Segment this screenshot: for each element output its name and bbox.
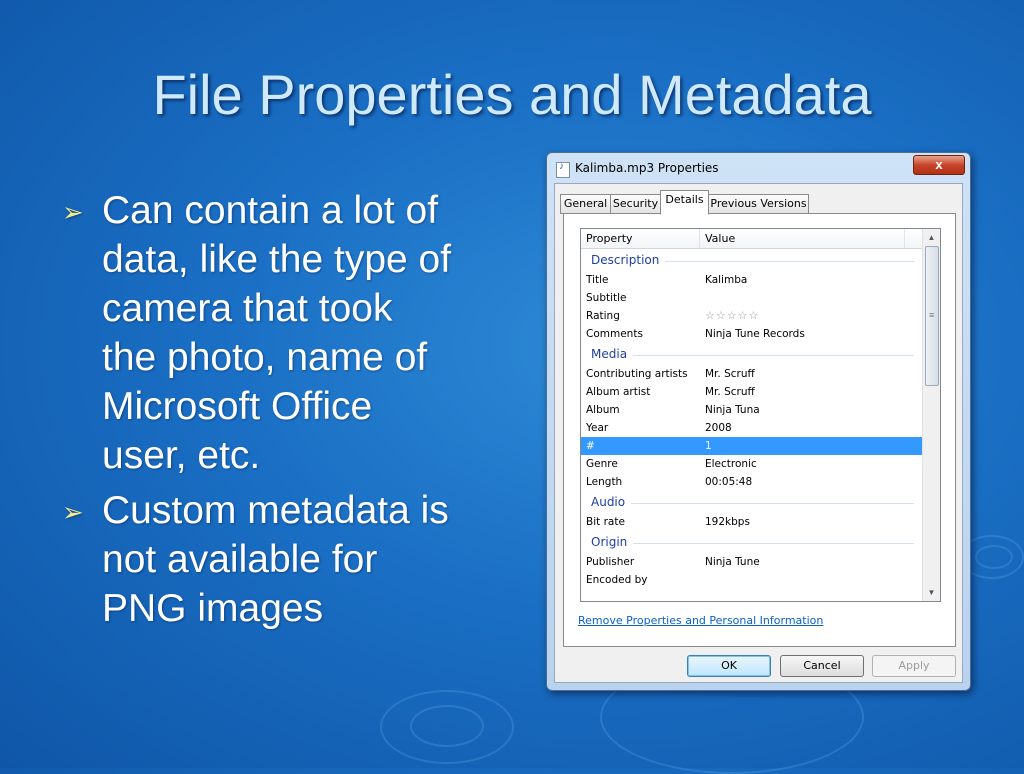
- dialog-title: Kalimba.mp3 Properties: [575, 161, 719, 175]
- group-label: Audio: [591, 495, 632, 509]
- property-name: Album: [586, 404, 620, 416]
- scroll-up-icon[interactable]: ▲: [923, 229, 940, 246]
- property-name: Publisher: [586, 556, 635, 568]
- group-label: Origin: [591, 535, 634, 549]
- group-header[interactable]: Origin: [581, 531, 922, 553]
- property-name: Title: [586, 274, 609, 286]
- property-row[interactable]: Rating ☆☆☆☆☆: [581, 307, 922, 325]
- arrow-bullet-icon: ➢: [62, 197, 84, 227]
- property-value: Mr. Scruff: [705, 386, 755, 398]
- background-ripple: [975, 545, 1013, 569]
- audio-file-icon: [556, 161, 570, 178]
- details-panel: Property Value Description Title Kalimba Su…: [563, 213, 956, 647]
- scroll-thumb[interactable]: ≡: [925, 246, 939, 386]
- scroll-down-icon[interactable]: ▼: [923, 584, 940, 601]
- property-row[interactable]: Album artist Mr. Scruff: [581, 383, 922, 401]
- vertical-scrollbar[interactable]: ▲ ≡ ▼: [922, 229, 940, 601]
- tab-security[interactable]: Security: [610, 194, 661, 214]
- property-name: Rating: [586, 310, 620, 322]
- property-row[interactable]: Contributing artists Mr. Scruff: [581, 365, 922, 383]
- property-name: Subtitle: [586, 292, 627, 304]
- property-row[interactable]: Title Kalimba: [581, 271, 922, 289]
- property-row[interactable]: Subtitle: [581, 289, 922, 307]
- property-row[interactable]: Length 00:05:48: [581, 473, 922, 491]
- property-row[interactable]: Encoded by: [581, 571, 922, 589]
- property-value: Kalimba: [705, 274, 748, 286]
- group-label: Media: [591, 347, 634, 361]
- rating-stars-icon[interactable]: ☆☆☆☆☆: [705, 309, 759, 322]
- property-value: 2008: [705, 422, 732, 434]
- dialog-client: General Security Details Previous Versio…: [554, 183, 963, 683]
- property-value: Ninja Tune: [705, 556, 760, 568]
- property-row[interactable]: Genre Electronic: [581, 455, 922, 473]
- column-header-property[interactable]: Property: [586, 232, 633, 245]
- property-name: Contributing artists: [586, 368, 688, 380]
- properties-dialog: Kalimba.mp3 Properties x General Securit…: [546, 152, 971, 691]
- property-value: 192kbps: [705, 516, 750, 528]
- group-header[interactable]: Description: [581, 249, 922, 271]
- property-row[interactable]: Bit rate 192kbps: [581, 513, 922, 531]
- property-row[interactable]: Comments Ninja Tune Records: [581, 325, 922, 343]
- remove-properties-link[interactable]: Remove Properties and Personal Informati…: [578, 614, 823, 627]
- dialog-titlebar[interactable]: Kalimba.mp3 Properties x: [547, 153, 970, 183]
- bullet-item: ➢ Can contain a lot of data, like the ty…: [62, 186, 532, 480]
- property-row[interactable]: Publisher Ninja Tune: [581, 553, 922, 571]
- group-header[interactable]: Media: [581, 343, 922, 365]
- property-value: 00:05:48: [705, 476, 753, 488]
- arrow-bullet-icon: ➢: [62, 497, 84, 527]
- tab-general[interactable]: General: [560, 194, 611, 214]
- property-name: Genre: [586, 458, 618, 470]
- group-divider: [591, 355, 914, 356]
- group-header[interactable]: Audio: [581, 491, 922, 513]
- tab-previous-versions[interactable]: Previous Versions: [708, 194, 809, 214]
- property-value: 1: [705, 440, 712, 452]
- column-divider[interactable]: [904, 229, 905, 248]
- property-value: Ninja Tuna: [705, 404, 760, 416]
- property-list[interactable]: Property Value Description Title Kalimba Su…: [580, 228, 941, 602]
- property-value: Ninja Tune Records: [705, 328, 805, 340]
- property-row[interactable]: Year 2008: [581, 419, 922, 437]
- apply-button[interactable]: Apply: [872, 655, 956, 677]
- ok-button[interactable]: OK: [687, 655, 771, 677]
- property-name: Comments: [586, 328, 643, 340]
- background-ripple: [410, 705, 484, 747]
- grip-icon: ≡: [929, 310, 935, 320]
- property-name: #: [586, 440, 595, 452]
- bullet-list: ➢ Can contain a lot of data, like the ty…: [62, 186, 532, 639]
- group-divider: [591, 543, 914, 544]
- column-divider[interactable]: [699, 229, 700, 248]
- bullet-text: Custom metadata is not available for PNG…: [102, 489, 449, 630]
- column-header-value[interactable]: Value: [705, 232, 735, 245]
- property-name: Encoded by: [586, 574, 648, 586]
- property-name: Bit rate: [586, 516, 625, 528]
- bullet-text: Can contain a lot of data, like the type…: [102, 189, 452, 477]
- group-divider: [591, 503, 914, 504]
- property-name: Album artist: [586, 386, 651, 398]
- slide-title: File Properties and Metadata: [152, 63, 872, 126]
- property-row[interactable]: #1: [581, 437, 922, 455]
- property-value: Electronic: [705, 458, 757, 470]
- close-button[interactable]: x: [913, 155, 965, 175]
- bullet-item: ➢ Custom metadata is not available for P…: [62, 486, 532, 633]
- tab-details[interactable]: Details: [660, 190, 709, 215]
- property-value: Mr. Scruff: [705, 368, 755, 380]
- list-header: Property Value: [581, 229, 922, 249]
- property-row[interactable]: Album Ninja Tuna: [581, 401, 922, 419]
- property-name: Year: [586, 422, 609, 434]
- group-label: Description: [591, 253, 666, 267]
- cancel-button[interactable]: Cancel: [780, 655, 864, 677]
- property-name: Length: [586, 476, 623, 488]
- property-rows: Description Title Kalimba Subtitle Rating ☆☆☆…: [581, 249, 922, 589]
